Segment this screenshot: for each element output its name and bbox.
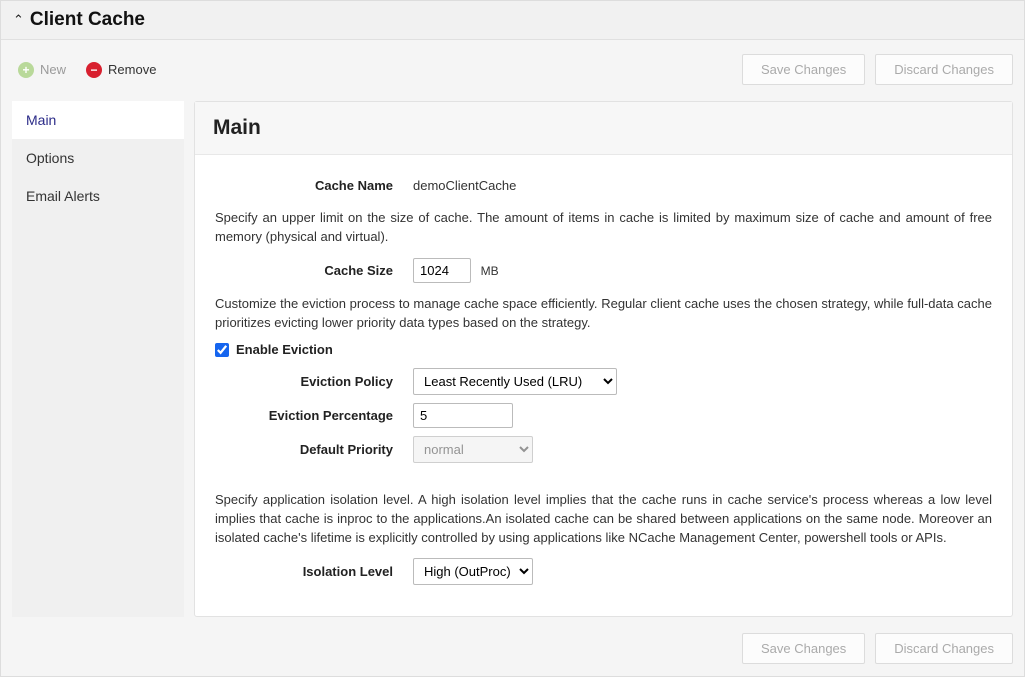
main-card-body: Cache Name demoClientCache Specify an up… [195, 155, 1012, 616]
panel-header: ⌃ Client Cache [1, 1, 1024, 40]
panel-title: Client Cache [30, 9, 145, 31]
eviction-pct-input[interactable] [413, 403, 513, 428]
collapse-toggle-icon[interactable]: ⌃ [13, 12, 24, 28]
toolbar-right: Save Changes Discard Changes [742, 54, 1013, 85]
default-priority-row: Default Priority normal [215, 435, 992, 463]
main-card-header: Main [195, 102, 1012, 155]
toolbar: + New − Remove Save Changes Discard Chan… [12, 50, 1013, 91]
cache-size-description: Specify an upper limit on the size of ca… [215, 209, 992, 247]
cache-size-label: Cache Size [215, 263, 413, 278]
panel-body: + New − Remove Save Changes Discard Chan… [1, 40, 1024, 676]
main-card: Main Cache Name demoClientCache Specify … [194, 101, 1013, 617]
default-priority-label: Default Priority [215, 442, 413, 457]
isolation-description: Specify application isolation level. A h… [215, 491, 992, 548]
cache-size-row: Cache Size MB [215, 257, 992, 285]
sidebar-tab-main[interactable]: Main [12, 101, 184, 139]
cache-name-value: demoClientCache [413, 178, 516, 193]
enable-eviction-label: Enable Eviction [236, 342, 333, 357]
enable-eviction-row: Enable Eviction [215, 342, 992, 357]
content-row: Main Options Email Alerts Main Cache Nam… [12, 101, 1013, 617]
eviction-description: Customize the eviction process to manage… [215, 295, 992, 333]
eviction-policy-select[interactable]: Least Recently Used (LRU) [413, 368, 617, 395]
isolation-level-label: Isolation Level [215, 564, 413, 579]
sidebar-tab-email-alerts[interactable]: Email Alerts [12, 177, 184, 215]
eviction-policy-label: Eviction Policy [215, 374, 413, 389]
toolbar-left: + New − Remove [12, 62, 156, 78]
default-priority-select: normal [413, 436, 533, 463]
minus-icon: − [86, 62, 102, 78]
eviction-pct-label: Eviction Percentage [215, 408, 413, 423]
discard-changes-button-top[interactable]: Discard Changes [875, 54, 1013, 85]
discard-changes-button-bottom[interactable]: Discard Changes [875, 633, 1013, 664]
main-heading: Main [213, 116, 994, 140]
sidebar-tab-options[interactable]: Options [12, 139, 184, 177]
eviction-pct-row: Eviction Percentage [215, 401, 992, 429]
cache-size-input[interactable] [413, 258, 471, 283]
cache-size-unit: MB [481, 264, 499, 278]
isolation-level-select[interactable]: High (OutProc) [413, 558, 533, 585]
cache-name-row: Cache Name demoClientCache [215, 171, 992, 199]
client-cache-panel: ⌃ Client Cache + New − Remove Save Chang… [0, 0, 1025, 677]
enable-eviction-checkbox[interactable] [215, 343, 229, 357]
footer-actions: Save Changes Discard Changes [742, 633, 1013, 664]
new-button: + New [18, 62, 66, 78]
sidebar: Main Options Email Alerts [12, 101, 184, 617]
save-changes-button-bottom[interactable]: Save Changes [742, 633, 865, 664]
remove-button[interactable]: − Remove [86, 62, 156, 78]
footer-bar: Save Changes Discard Changes [12, 627, 1013, 664]
plus-icon: + [18, 62, 34, 78]
isolation-level-row: Isolation Level High (OutProc) [215, 558, 992, 586]
eviction-policy-row: Eviction Policy Least Recently Used (LRU… [215, 367, 992, 395]
save-changes-button-top[interactable]: Save Changes [742, 54, 865, 85]
cache-size-value-wrap: MB [413, 258, 499, 283]
cache-name-label: Cache Name [215, 178, 413, 193]
